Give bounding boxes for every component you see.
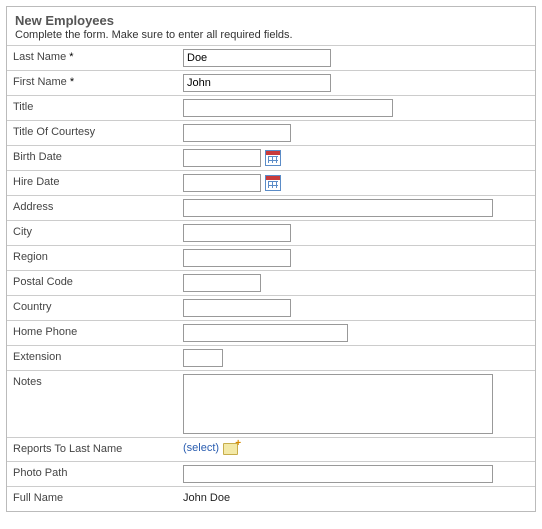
home-phone-label: Home Phone [13,324,183,338]
birth-date-input[interactable] [183,149,261,167]
postal-code-input[interactable] [183,274,261,292]
notes-input[interactable] [183,374,493,434]
notes-label: Notes [13,374,183,388]
lookup-icon[interactable] [223,441,239,455]
address-label: Address [13,199,183,213]
full-name-label: Full Name [13,490,183,504]
title-courtesy-label: Title Of Courtesy [13,124,183,138]
country-label: Country [13,299,183,313]
birth-date-label: Birth Date [13,149,183,163]
first-name-label: First Name * [13,74,183,88]
last-name-input[interactable] [183,49,331,67]
hire-date-input[interactable] [183,174,261,192]
title-courtesy-input[interactable] [183,124,291,142]
extension-input[interactable] [183,349,223,367]
title-label: Title [13,99,183,113]
extension-label: Extension [13,349,183,363]
calendar-icon[interactable] [265,175,281,191]
page-title: New Employees [15,13,527,28]
full-name-value: John Doe [183,490,230,504]
postal-code-label: Postal Code [13,274,183,288]
home-phone-input[interactable] [183,324,348,342]
first-name-input[interactable] [183,74,331,92]
reports-to-label: Reports To Last Name [13,441,183,455]
region-label: Region [13,249,183,263]
new-employee-form: New Employees Complete the form. Make su… [6,6,536,512]
photo-path-label: Photo Path [13,465,183,479]
city-label: City [13,224,183,238]
address-input[interactable] [183,199,493,217]
last-name-label: Last Name * [13,49,183,63]
reports-to-select-link[interactable]: (select) [183,442,219,454]
title-input[interactable] [183,99,393,117]
photo-path-input[interactable] [183,465,493,483]
calendar-icon[interactable] [265,150,281,166]
page-instructions: Complete the form. Make sure to enter al… [15,29,527,41]
city-input[interactable] [183,224,291,242]
hire-date-label: Hire Date [13,174,183,188]
region-input[interactable] [183,249,291,267]
country-input[interactable] [183,299,291,317]
